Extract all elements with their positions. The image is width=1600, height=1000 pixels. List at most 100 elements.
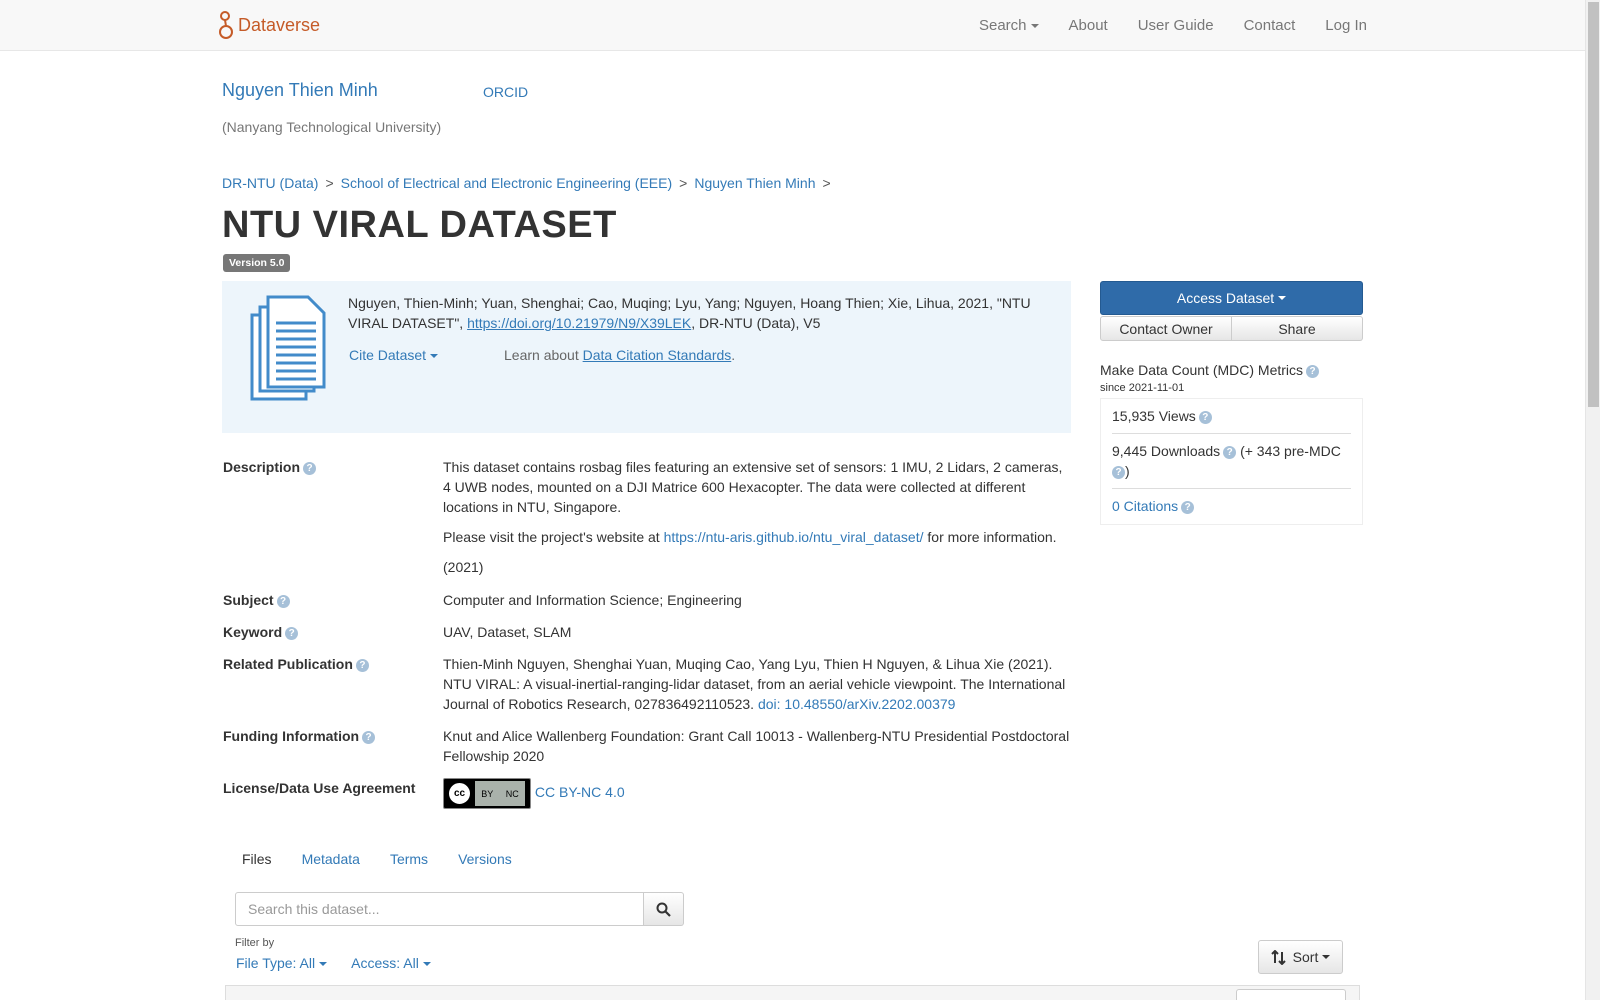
tab-metadata[interactable]: Metadata bbox=[287, 851, 375, 867]
funding-value: Knut and Alice Wallenberg Foundation: Gr… bbox=[443, 728, 1070, 764]
dataset-action-buttons: Contact Owner Share bbox=[1100, 316, 1363, 341]
metric-citations: 0 Citations? bbox=[1112, 489, 1351, 523]
subject-label: Subject? bbox=[223, 590, 443, 610]
help-icon[interactable]: ? bbox=[1223, 445, 1237, 459]
scrollbar-thumb[interactable] bbox=[1588, 2, 1599, 407]
license-value: cc BY NC CC BY-NC 4.0 bbox=[443, 778, 1073, 809]
share-button[interactable]: Share bbox=[1232, 316, 1363, 341]
license-label: License/Data Use Agreement bbox=[223, 780, 416, 796]
chevron-down-icon bbox=[319, 962, 328, 967]
chevron-down-icon bbox=[1278, 296, 1287, 300]
cc-by-text: BY bbox=[481, 788, 494, 799]
downloads-count: 9,445 Downloads bbox=[1112, 443, 1221, 459]
cc-license-badge[interactable]: cc BY NC bbox=[443, 778, 531, 809]
help-icon[interactable]: ? bbox=[1198, 410, 1212, 424]
related-publication-row: Related Publication? Thien-Minh Nguyen, … bbox=[223, 654, 1073, 714]
tab-files[interactable]: Files bbox=[227, 851, 287, 867]
citation-box: Nguyen, Thien-Minh; Yuan, Shenghai; Cao,… bbox=[222, 281, 1071, 433]
pre-mdc-count: (+ 343 pre-MDC bbox=[1240, 443, 1341, 459]
keyword-label-text: Keyword bbox=[223, 624, 283, 640]
citation-doi-link[interactable]: https://doi.org/10.21979/N9/X39LEK bbox=[467, 315, 691, 331]
breadcrumb-item-eee[interactable]: School of Electrical and Electronic Engi… bbox=[341, 175, 673, 191]
file-type-filter[interactable]: File Type: All bbox=[236, 955, 328, 971]
files-table-header bbox=[225, 985, 1360, 1000]
subject-row: Subject? Computer and Information Scienc… bbox=[223, 590, 1073, 610]
related-publication-value: Thien-Minh Nguyen, Shenghai Yuan, Muqing… bbox=[443, 654, 1073, 714]
search-button[interactable] bbox=[644, 892, 684, 926]
access-filter[interactable]: Access: All bbox=[351, 955, 431, 971]
filter-row: File Type: All Access: All bbox=[236, 955, 431, 971]
cite-dataset-dropdown[interactable]: Cite Dataset bbox=[349, 347, 439, 363]
breadcrumb-item-author[interactable]: Nguyen Thien Minh bbox=[694, 175, 815, 191]
sort-label: Sort bbox=[1292, 949, 1319, 965]
nav-log-in[interactable]: Log In bbox=[1325, 17, 1367, 34]
pre-mdc-close: ) bbox=[1125, 463, 1130, 479]
help-icon[interactable]: ? bbox=[1112, 465, 1125, 479]
related-label-text: Related Publication bbox=[223, 656, 353, 672]
dataverse-logo-icon bbox=[219, 11, 233, 39]
dataset-tabs: Files Metadata Terms Versions bbox=[227, 851, 527, 867]
chevron-down-icon bbox=[1322, 955, 1331, 959]
help-icon[interactable]: ? bbox=[355, 658, 369, 672]
author-name-link[interactable]: Nguyen Thien Minh bbox=[222, 80, 378, 101]
description-year: (2021) bbox=[443, 559, 484, 575]
keyword-row: Keyword? UAV, Dataset, SLAM bbox=[223, 622, 1073, 642]
contact-owner-button[interactable]: Contact Owner bbox=[1100, 316, 1232, 341]
project-website-link[interactable]: https://ntu-aris.github.io/ntu_viral_dat… bbox=[664, 529, 924, 545]
nav-search[interactable]: Search bbox=[979, 17, 1039, 34]
data-citation-standards-link[interactable]: Data Citation Standards bbox=[583, 347, 732, 363]
subject-value: Computer and Information Science; Engine… bbox=[443, 592, 742, 608]
sort-button[interactable]: Sort bbox=[1258, 940, 1343, 974]
help-icon[interactable]: ? bbox=[303, 461, 317, 475]
top-navbar: Dataverse Search About User Guide Contac… bbox=[0, 0, 1585, 51]
access-filter-label: Access: All bbox=[351, 955, 419, 971]
description-value: This dataset contains rosbag files featu… bbox=[443, 457, 1073, 587]
cc-icon: cc bbox=[447, 781, 472, 806]
files-table-action-button[interactable] bbox=[1236, 989, 1346, 1000]
chevron-down-icon bbox=[430, 354, 439, 359]
website-suffix: for more information. bbox=[923, 529, 1057, 545]
help-icon[interactable]: ? bbox=[362, 730, 376, 744]
metric-downloads: 9,445 Downloads? (+ 343 pre-MDC?) bbox=[1112, 434, 1351, 489]
help-icon[interactable]: ? bbox=[276, 594, 290, 608]
breadcrumb-item-dr-ntu[interactable]: DR-NTU (Data) bbox=[222, 175, 318, 191]
related-publication-label: Related Publication? bbox=[223, 654, 443, 714]
nav-about[interactable]: About bbox=[1069, 17, 1108, 34]
chevron-down-icon bbox=[1030, 23, 1039, 28]
help-icon[interactable]: ? bbox=[1306, 364, 1320, 378]
citation-text: Nguyen, Thien-Minh; Yuan, Shenghai; Cao,… bbox=[348, 293, 1048, 333]
breadcrumb-separator: > bbox=[679, 175, 688, 191]
nav-contact[interactable]: Contact bbox=[1244, 17, 1296, 34]
funding-label-text: Funding Information bbox=[223, 728, 360, 744]
funding-row: Funding Information? Knut and Alice Wall… bbox=[223, 726, 1073, 766]
file-search bbox=[235, 892, 684, 926]
cc-by-nc-icon: BY NC bbox=[475, 781, 525, 806]
views-count: 15,935 Views bbox=[1112, 408, 1196, 424]
keyword-value: UAV, Dataset, SLAM bbox=[443, 624, 572, 640]
tab-versions[interactable]: Versions bbox=[443, 851, 527, 867]
orcid-link[interactable]: ORCID bbox=[483, 84, 528, 100]
file-type-label: File Type: All bbox=[236, 955, 316, 971]
description-website: Please visit the project's website at ht… bbox=[443, 527, 1073, 547]
description-label-text: Description bbox=[223, 459, 301, 475]
dataverse-brand[interactable]: Dataverse bbox=[218, 10, 320, 40]
access-dataset-button[interactable]: Access Dataset bbox=[1100, 281, 1363, 315]
nav-user-guide[interactable]: User Guide bbox=[1138, 17, 1214, 34]
tab-terms[interactable]: Terms bbox=[375, 851, 443, 867]
breadcrumb-separator: > bbox=[822, 175, 831, 191]
description-row: Description? This dataset contains rosba… bbox=[223, 457, 1073, 587]
related-publication-doi-link[interactable]: doi: 10.48550/arXiv.2202.00379 bbox=[758, 696, 955, 712]
license-row: License/Data Use Agreement cc BY NC CC BY… bbox=[223, 778, 1073, 809]
version-badge: Version 5.0 bbox=[223, 254, 291, 272]
page-scrollbar[interactable] bbox=[1585, 0, 1600, 1000]
cc-nc-text: NC bbox=[505, 788, 519, 799]
license-link[interactable]: CC BY-NC 4.0 bbox=[535, 784, 625, 800]
search-input[interactable] bbox=[235, 892, 644, 926]
website-prefix: Please visit the project's website at bbox=[443, 529, 664, 545]
funding-label: Funding Information? bbox=[223, 726, 443, 766]
breadcrumb-separator: > bbox=[325, 175, 334, 191]
help-icon[interactable]: ? bbox=[1181, 500, 1195, 514]
citations-link[interactable]: 0 Citations bbox=[1112, 498, 1178, 514]
dataset-document-icon bbox=[250, 295, 326, 401]
help-icon[interactable]: ? bbox=[285, 626, 299, 640]
